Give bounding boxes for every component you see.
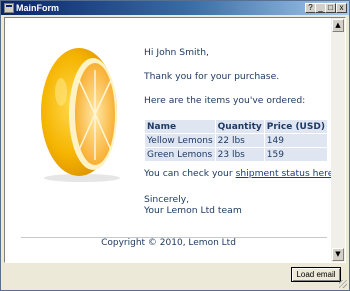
cell-price: 159 <box>264 148 327 161</box>
window-title: MainForm <box>16 3 60 13</box>
column-header-name: Name <box>145 120 215 133</box>
title-bar[interactable]: MainForm ? _ □ x <box>1 1 349 15</box>
cell-name: Green Lemons <box>145 148 215 161</box>
cell-quantity: 23 lbs <box>215 148 264 161</box>
email-content: Hi John Smith, Thank you for your purcha… <box>5 18 332 262</box>
email-browser-panel[interactable]: Hi John Smith, Thank you for your purcha… <box>4 17 346 263</box>
items-table: Name Quantity Price (USD) Yellow Lemons … <box>144 119 328 162</box>
signature-text: Your Lemon Ltd team <box>144 205 242 216</box>
scroll-up-arrow-icon[interactable]: ▲ <box>332 19 344 32</box>
items-intro-text: Here are the items you've ordered: <box>144 95 306 106</box>
cell-price: 149 <box>264 134 327 147</box>
shipment-status-link[interactable]: shipment status here <box>236 168 332 179</box>
column-header-quantity: Quantity <box>215 120 264 133</box>
app-icon[interactable] <box>4 3 14 13</box>
cell-name: Yellow Lemons <box>145 134 215 147</box>
greeting-text: Hi John Smith, <box>144 47 209 58</box>
load-email-button[interactable]: Load email <box>291 267 341 282</box>
copyright-footer: Copyright © 2010, Lemon Ltd <box>101 238 236 248</box>
scroll-down-arrow-icon[interactable]: ▼ <box>332 248 344 261</box>
column-header-price: Price (USD) <box>264 120 327 133</box>
table-row: Yellow Lemons 22 lbs 149 <box>145 134 327 147</box>
table-row: Green Lemons 23 lbs 159 <box>145 148 327 161</box>
close-button[interactable]: x <box>336 3 347 13</box>
main-window: MainForm ? _ □ x Hi John Smith, Thank yo… <box>0 0 350 291</box>
lemon-image <box>41 48 120 182</box>
cell-quantity: 22 lbs <box>215 134 264 147</box>
shipment-status-text: You can check your shipment status here. <box>144 168 332 179</box>
resize-grip-icon[interactable] <box>339 280 347 288</box>
status-text-before: You can check your <box>144 168 236 179</box>
thanks-text: Thank you for your purchase. <box>144 71 280 82</box>
table-header-row: Name Quantity Price (USD) <box>145 120 327 133</box>
maximize-button[interactable]: □ <box>325 3 336 13</box>
closing-text: Sincerely, <box>144 194 190 205</box>
vertical-scrollbar[interactable]: ▲ ▼ <box>331 18 345 262</box>
